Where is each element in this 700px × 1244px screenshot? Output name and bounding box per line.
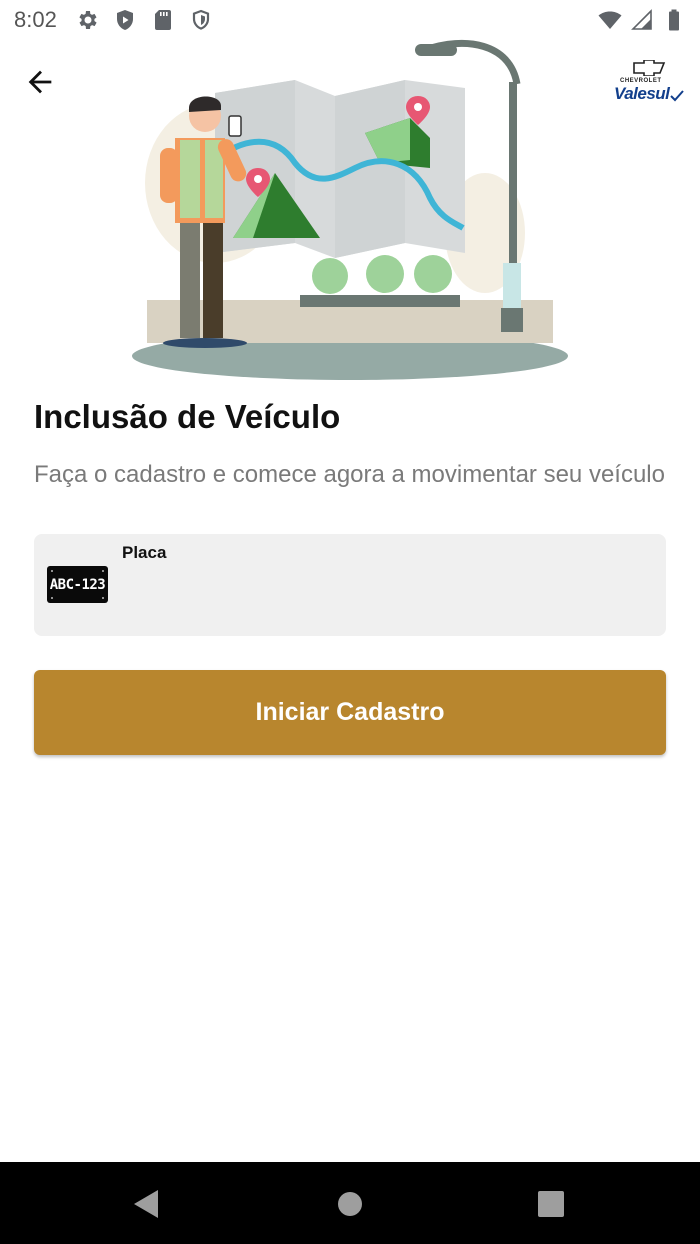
illustration-man-with-map [132, 39, 568, 380]
back-triangle-icon[interactable] [130, 1188, 162, 1220]
arrow-left-icon [28, 70, 52, 94]
battery-icon [669, 9, 679, 31]
system-nav-bar [0, 1162, 700, 1244]
plate-bolt [51, 597, 53, 599]
screen: 8:02 CHEVROLET Valesul Inclusão de Veícu… [0, 0, 700, 1244]
plate-input[interactable] [122, 572, 646, 614]
brand-dealer: Valesul [614, 84, 670, 103]
back-button[interactable] [20, 62, 60, 102]
plate-bolt [51, 570, 53, 572]
status-right [598, 8, 686, 32]
checkmark-icon [670, 90, 684, 102]
plate-bolt [102, 597, 104, 599]
license-plate-icon: ABC-123 [47, 566, 108, 603]
home-circle-icon[interactable] [334, 1188, 366, 1220]
plate-badge-text: ABC-123 [49, 576, 106, 593]
start-registration-button[interactable]: Iniciar Cadastro [34, 670, 666, 755]
plate-field[interactable]: ABC-123 Placa [34, 534, 666, 636]
status-left: 8:02 [14, 7, 213, 33]
status-bar: 8:02 [0, 0, 700, 40]
page-subtitle: Faça o cadastro e comece agora a movimen… [34, 461, 665, 488]
gear-icon [79, 11, 97, 29]
page-title: Inclusão de Veículo [34, 398, 341, 435]
status-time: 8:02 [14, 7, 57, 32]
chevrolet-bowtie-icon [633, 60, 666, 76]
recents-square-icon[interactable] [535, 1188, 567, 1220]
signal-icon [631, 9, 652, 30]
brand-logo: CHEVROLET Valesul [614, 60, 684, 106]
sd-card-icon [154, 10, 171, 30]
plate-field-label: Placa [122, 543, 167, 562]
wifi-icon [598, 11, 622, 29]
shield-icon [192, 9, 209, 30]
play-shield-icon [116, 10, 133, 30]
plate-bolt [102, 570, 104, 572]
